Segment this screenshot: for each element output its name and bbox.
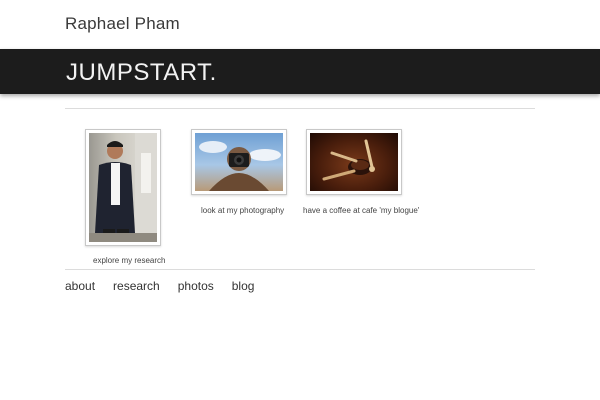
divider-bottom (65, 269, 535, 270)
banner: JUMPSTART. (0, 49, 600, 94)
blog-caption[interactable]: have a coffee at cafe 'my blogue' (303, 206, 419, 215)
nav-blog[interactable]: blog (232, 279, 255, 293)
research-caption[interactable]: explore my research (93, 256, 165, 265)
divider-top (65, 108, 535, 109)
photography-caption[interactable]: look at my photography (201, 206, 284, 215)
photography-photo-frame[interactable] (191, 129, 287, 195)
camera-selfie-image (195, 133, 283, 191)
portrait-image (89, 133, 157, 242)
nav-photos[interactable]: photos (178, 279, 214, 293)
main-nav: about research photos blog (65, 279, 272, 293)
site-name[interactable]: Raphael Pham (65, 14, 180, 34)
nav-about[interactable]: about (65, 279, 95, 293)
banner-title: JUMPSTART. (66, 59, 217, 86)
research-photo-frame[interactable] (85, 129, 161, 246)
nav-research[interactable]: research (113, 279, 160, 293)
coffee-image (310, 133, 398, 191)
blog-photo-frame[interactable] (306, 129, 402, 195)
